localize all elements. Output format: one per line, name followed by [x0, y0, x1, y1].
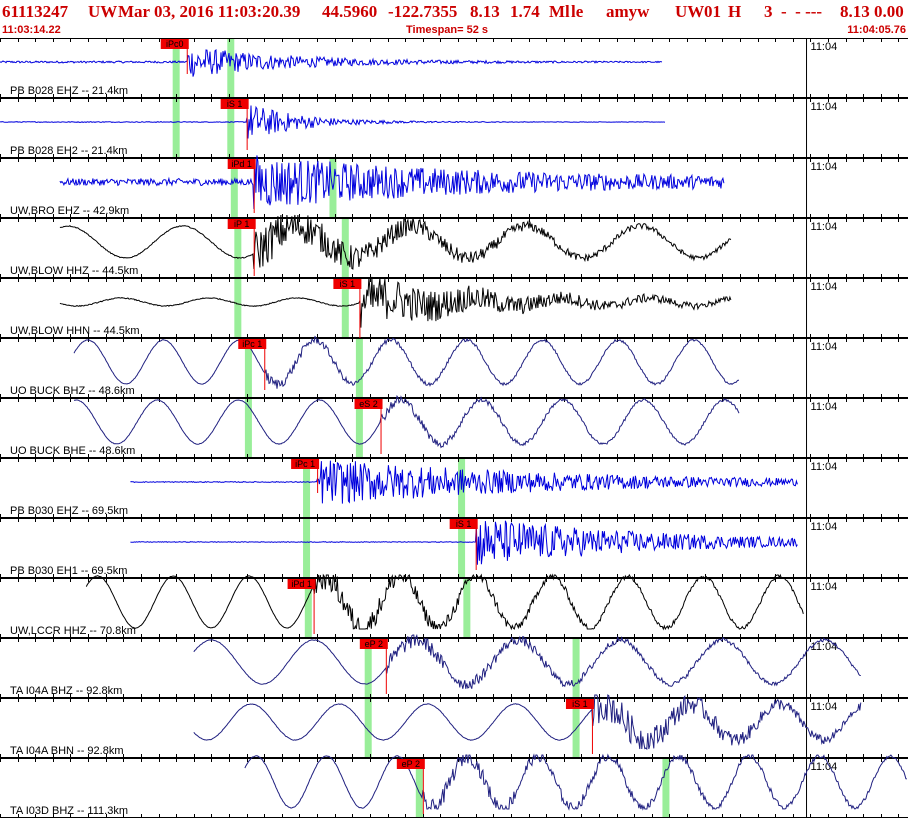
predicted-arrival-marker [303, 519, 311, 577]
waveform-trace [59, 214, 732, 270]
channel-label: TA I03D BHZ -- 111.3km [10, 805, 128, 817]
minute-marker-label: 11:04 [811, 401, 838, 413]
minute-marker-label: 11:04 [811, 701, 838, 713]
channel-row[interactable]: 11:04 iP 1 UW,BLOW HHZ -- 44.5km [0, 214, 908, 278]
channel-row[interactable]: 11:04 iPd 1 UW,LCCR HHZ -- 70.8km [0, 573, 908, 638]
phase-pick-label: iPd 1 [291, 579, 312, 589]
event-magnitude: 1.74 [510, 2, 540, 21]
waveform-trace [193, 694, 862, 751]
channel-row[interactable]: 11:04 iS 1 PB B028 EH2 -- 21.4km [0, 98, 908, 158]
minute-marker-label: 11:04 [811, 161, 838, 173]
minute-marker-label: 11:04 [811, 41, 838, 53]
channel-label: TA I04A BHZ -- 92.8km [10, 685, 122, 697]
waveform-trace [73, 335, 739, 389]
predicted-arrival-marker [355, 339, 363, 397]
predicted-arrival-marker [572, 639, 580, 697]
event-type: le [571, 2, 584, 21]
channel-label: PB B030 EHZ -- 69.5km [10, 505, 128, 517]
phase-pick-label: iP 1 [234, 219, 249, 229]
minute-marker-label: 11:04 [811, 641, 838, 653]
event-tail-b: 0.00 [874, 2, 904, 21]
minute-marker-label: 11:04 [811, 281, 838, 293]
event-network: UW [88, 2, 118, 21]
waveform-trace [74, 394, 740, 449]
channel-label: UO BUCK BHZ -- 48.6km [10, 385, 135, 397]
event-datetime: Mar 03, 2016 11:03:20.39 [118, 2, 301, 21]
minute-marker-label: 11:04 [811, 761, 838, 773]
phase-pick-label: iPd 1 [231, 159, 252, 169]
minute-marker-label: 11:04 [811, 341, 838, 353]
waveform-trace [0, 105, 666, 139]
phase-pick-label: iS 1 [227, 99, 243, 109]
phase-pick-label: eP 2 [402, 759, 420, 769]
waveform-trace [85, 573, 804, 631]
channel-row[interactable]: 11:04 iS 1 UW,BLOW HHN -- 44.5km [0, 276, 908, 338]
event-header: 61113247 UW Mar 03, 2016 11:03:20.39 44.… [2, 2, 906, 24]
channel-label: TA I04A BHN -- 92.8km [10, 745, 124, 757]
channel-row[interactable]: 11:04 eP 2 TA I04A BHZ -- 92.8km [0, 633, 908, 698]
predicted-arrival-marker [463, 579, 471, 637]
start-time: 11:03:14.22 [2, 24, 61, 36]
phase-pick-label: eP 2 [365, 639, 383, 649]
event-tail-a: 8.13 [840, 2, 870, 21]
event-id: 61113247 [2, 2, 69, 21]
event-extra: 3 - - --- [764, 2, 823, 21]
phase-pick-label: iPc 1 [242, 339, 262, 349]
phase-pick-label: iPc0 [166, 39, 184, 49]
event-author: amyw [606, 2, 650, 21]
timespan-label: Timespan= 52 s [406, 24, 489, 36]
event-source-net: UW [675, 2, 705, 21]
channel-row[interactable]: 11:04 iPc 1 UO BUCK BHZ -- 48.6km [0, 335, 908, 398]
minute-marker-label: 11:04 [811, 581, 838, 593]
channel-label: UW,LCCR HHZ -- 70.8km [10, 625, 136, 637]
predicted-arrival-marker [227, 39, 235, 97]
channel-label: UW,BRO EHZ -- 42.9km [10, 205, 129, 217]
waveform-trace [59, 155, 725, 210]
channel-label: UW,BLOW HHN -- 44.5km [10, 325, 140, 337]
phase-pick-label: eS 2 [359, 399, 378, 409]
time-bar: 11:03:14.22 Timespan= 52 s 11:04:05.76 [0, 24, 908, 38]
channel-label: UO BUCK BHE -- 48.6km [10, 445, 135, 457]
minute-marker-label: 11:04 [811, 221, 838, 233]
event-version: 01 [704, 2, 721, 21]
predicted-arrival-marker [172, 99, 180, 157]
phase-pick-label: iS 1 [572, 699, 588, 709]
waveform-trace [0, 48, 663, 77]
predicted-arrival-marker [244, 399, 252, 457]
predicted-arrival-marker [341, 219, 349, 277]
channel-row[interactable]: 11:04 iPc0 PB B028 EHZ -- 21.4km [0, 38, 908, 98]
channel-row[interactable]: 11:04 eS 2 UO BUCK BHE -- 48.6km [0, 394, 908, 458]
channel-label: PB B028 EH2 -- 21.4km [10, 145, 127, 157]
waveform-trace [59, 276, 732, 328]
phase-pick-label: iS 1 [340, 279, 356, 289]
channel-row[interactable]: 11:04 iS 1 PB B030 EH1 -- 69.5km [0, 518, 908, 578]
event-latitude: 44.5960 [322, 2, 378, 21]
channel-row[interactable]: 11:04 iPd 1 UW,BRO EHZ -- 42.9km [0, 155, 908, 218]
event-depth: 8.13 [470, 2, 500, 21]
channel-label: PB B028 EHZ -- 21.4km [10, 85, 128, 97]
waveform-panel[interactable]: 11:04 iPc0 PB B028 EHZ -- 21.4km 11:04 iS 1 P… [0, 38, 908, 820]
phase-pick-label: iS 1 [456, 519, 472, 529]
waveform-trace [193, 633, 861, 689]
channel-row[interactable]: 11:04 eP 2 TA I03D BHZ -- 111.3km [0, 753, 908, 818]
event-flag: H [728, 2, 742, 21]
end-time: 11:04:05.76 [847, 24, 906, 36]
channel-row[interactable]: 11:04 iS 1 TA I04A BHN -- 92.8km [0, 694, 908, 758]
minute-marker-label: 11:04 [811, 521, 838, 533]
event-mag-type: Ml [549, 2, 570, 21]
phase-pick-label: iPc 1 [295, 459, 315, 469]
minute-marker-label: 11:04 [811, 461, 838, 473]
event-longitude: -122.7355 [388, 2, 458, 21]
waveform-trace [244, 753, 907, 811]
minute-marker-label: 11:04 [811, 101, 838, 113]
channel-row[interactable]: 11:04 iPc 1 PB B030 EHZ -- 69.5km [0, 458, 908, 518]
channel-label: UW,BLOW HHZ -- 44.5km [10, 265, 138, 277]
channel-label: PB B030 EH1 -- 69.5km [10, 565, 127, 577]
predicted-arrival-marker [234, 279, 242, 337]
